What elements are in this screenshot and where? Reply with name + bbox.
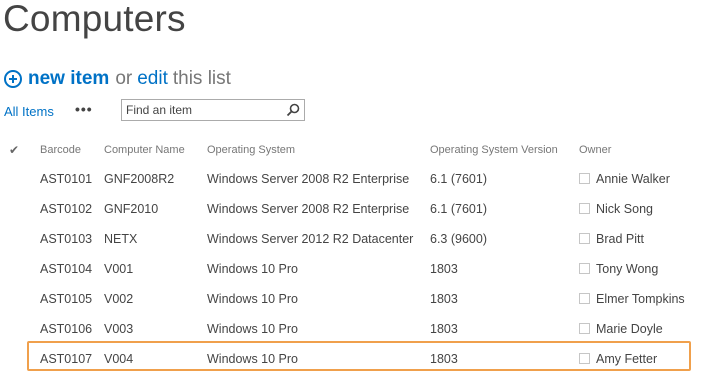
row-select-cell[interactable] bbox=[0, 284, 40, 314]
items-table: ✔ Barcode Computer Name Operating System… bbox=[0, 136, 713, 374]
barcode-cell: AST0101 bbox=[40, 172, 93, 186]
row-select-cell[interactable] bbox=[0, 344, 40, 374]
barcode-cell: AST0103 bbox=[40, 232, 93, 246]
os-version-cell: 6.3 (9600) bbox=[430, 232, 487, 246]
column-header-operating-system[interactable]: Operating System bbox=[207, 136, 430, 164]
computer-name-cell: V002 bbox=[104, 292, 134, 306]
computer-name-cell: V003 bbox=[104, 322, 134, 336]
search-icon[interactable] bbox=[286, 103, 300, 117]
computer-name-cell: GNF2010 bbox=[104, 202, 159, 216]
presence-icon bbox=[579, 263, 590, 274]
os-version-cell: 1803 bbox=[430, 262, 458, 276]
operating-system-cell: Windows Server 2008 R2 Enterprise bbox=[207, 172, 410, 186]
more-views-button[interactable]: ••• bbox=[75, 101, 93, 117]
table-row[interactable]: AST0107 V004 Windows 10 Pro 1803 Amy Fet… bbox=[0, 344, 713, 374]
presence-icon bbox=[579, 173, 590, 184]
view-all-items[interactable]: All Items bbox=[4, 104, 54, 119]
presence-icon bbox=[579, 353, 590, 364]
presence-icon bbox=[579, 293, 590, 304]
os-version-cell: 6.1 (7601) bbox=[430, 172, 487, 186]
computer-name-cell: V001 bbox=[104, 262, 134, 276]
table-row[interactable]: AST0101 GNF2008R2 Windows Server 2008 R2… bbox=[0, 164, 713, 194]
table-row[interactable]: AST0104 V001 Windows 10 Pro 1803 Tony Wo… bbox=[0, 254, 713, 284]
computer-name-cell: NETX bbox=[104, 232, 138, 246]
os-version-cell: 1803 bbox=[430, 352, 458, 366]
owner-cell: Amy Fetter bbox=[579, 344, 713, 374]
presence-icon bbox=[579, 233, 590, 244]
barcode-cell: AST0102 bbox=[40, 202, 93, 216]
operating-system-cell: Windows 10 Pro bbox=[207, 322, 299, 336]
edit-list-link[interactable]: edit bbox=[137, 68, 168, 90]
owner-name[interactable]: Tony Wong bbox=[596, 262, 658, 276]
operating-system-cell: Windows 10 Pro bbox=[207, 352, 299, 366]
operating-system-cell: Windows Server 2012 R2 Datacenter bbox=[207, 232, 414, 246]
search-box[interactable] bbox=[121, 99, 305, 121]
owner-cell: Brad Pitt bbox=[579, 224, 713, 254]
computer-name-cell: GNF2008R2 bbox=[104, 172, 175, 186]
table-row[interactable]: AST0103 NETX Windows Server 2012 R2 Data… bbox=[0, 224, 713, 254]
search-input[interactable] bbox=[126, 103, 276, 117]
plus-circle-icon[interactable] bbox=[4, 70, 22, 88]
page-title: Computers bbox=[3, 0, 186, 39]
owner-name[interactable]: Amy Fetter bbox=[596, 352, 657, 366]
operating-system-cell: Windows Server 2008 R2 Enterprise bbox=[207, 202, 410, 216]
owner-cell: Annie Walker bbox=[579, 164, 713, 194]
owner-cell: Tony Wong bbox=[579, 254, 713, 284]
row-select-cell[interactable] bbox=[0, 314, 40, 344]
new-item-bar: new item or edit this list bbox=[4, 66, 231, 92]
column-header-owner[interactable]: Owner bbox=[579, 136, 713, 164]
presence-icon bbox=[579, 323, 590, 334]
or-text: or bbox=[115, 68, 133, 89]
owner-name[interactable]: Nick Song bbox=[596, 202, 653, 216]
os-version-cell: 1803 bbox=[430, 322, 458, 336]
operating-system-cell: Windows 10 Pro bbox=[207, 292, 299, 306]
operating-system-cell: Windows 10 Pro bbox=[207, 262, 299, 276]
barcode-cell: AST0104 bbox=[40, 262, 93, 276]
barcode-cell: AST0107 bbox=[40, 352, 93, 366]
row-select-cell[interactable] bbox=[0, 164, 40, 194]
new-item-link[interactable]: new item bbox=[28, 68, 109, 90]
select-all-header[interactable]: ✔ bbox=[0, 136, 40, 164]
owner-name[interactable]: Annie Walker bbox=[596, 172, 670, 186]
owner-name[interactable]: Elmer Tompkins bbox=[596, 292, 685, 306]
owner-cell: Elmer Tompkins bbox=[579, 284, 713, 314]
os-version-cell: 6.1 (7601) bbox=[430, 202, 487, 216]
checkmark-icon[interactable]: ✔ bbox=[9, 143, 19, 157]
row-select-cell[interactable] bbox=[0, 254, 40, 284]
column-header-os-version[interactable]: Operating System Version bbox=[430, 136, 579, 164]
presence-icon bbox=[579, 203, 590, 214]
barcode-cell: AST0106 bbox=[40, 322, 93, 336]
table-row[interactable]: AST0105 V002 Windows 10 Pro 1803 Elmer T… bbox=[0, 284, 713, 314]
row-select-cell[interactable] bbox=[0, 194, 40, 224]
view-bar: All Items ••• bbox=[4, 99, 324, 123]
owner-cell: Nick Song bbox=[579, 194, 713, 224]
table-header-row: ✔ Barcode Computer Name Operating System… bbox=[0, 136, 713, 164]
row-select-cell[interactable] bbox=[0, 224, 40, 254]
column-header-barcode[interactable]: Barcode bbox=[40, 136, 104, 164]
owner-name[interactable]: Brad Pitt bbox=[596, 232, 644, 246]
computer-name-cell: V004 bbox=[104, 352, 134, 366]
this-list-text: this list bbox=[172, 68, 231, 89]
column-header-computer-name[interactable]: Computer Name bbox=[104, 136, 207, 164]
os-version-cell: 1803 bbox=[430, 292, 458, 306]
barcode-cell: AST0105 bbox=[40, 292, 93, 306]
owner-cell: Marie Doyle bbox=[579, 314, 713, 344]
table-row[interactable]: AST0106 V003 Windows 10 Pro 1803 Marie D… bbox=[0, 314, 713, 344]
owner-name[interactable]: Marie Doyle bbox=[596, 322, 663, 336]
table-row[interactable]: AST0102 GNF2010 Windows Server 2008 R2 E… bbox=[0, 194, 713, 224]
